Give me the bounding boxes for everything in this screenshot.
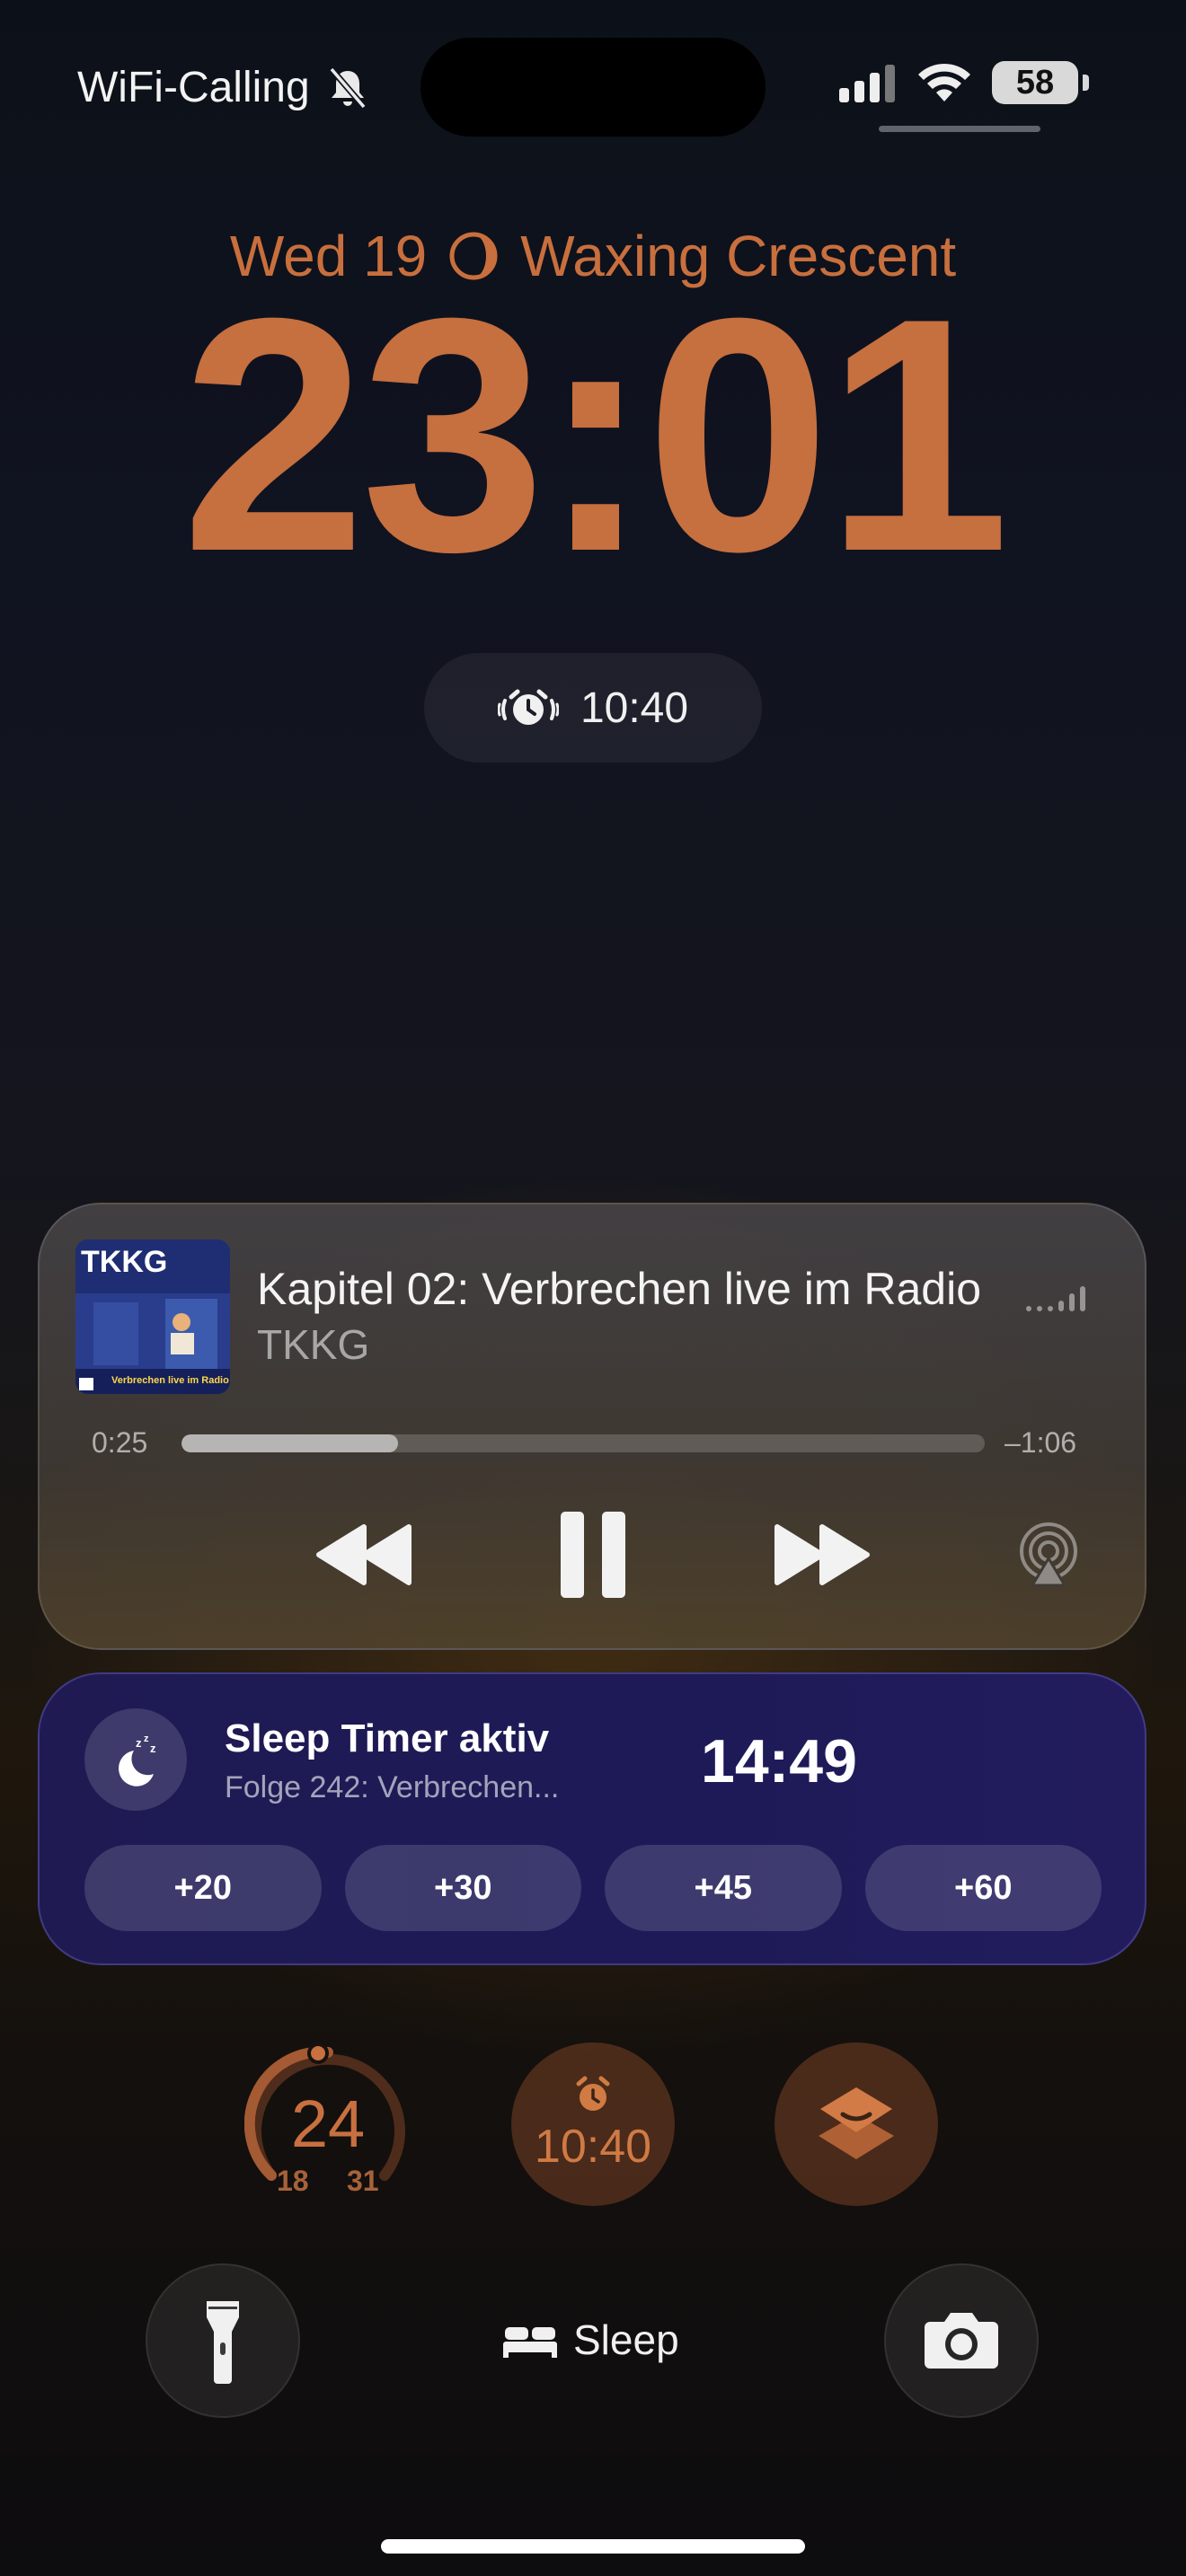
sleep-timer-subtitle: Folge 242: Verbrechen... — [225, 1770, 560, 1804]
dynamic-island — [420, 38, 766, 137]
alarm-time: 10:40 — [580, 684, 689, 732]
album-artwork[interactable]: TKKG Verbrechen live im Radio — [75, 1239, 230, 1394]
svg-text:z: z — [150, 1742, 156, 1755]
shortcuts-icon — [819, 2087, 894, 2159]
rewind-icon — [316, 1524, 412, 1585]
alarm-ringing-icon — [497, 689, 559, 725]
bed-icon — [503, 2327, 557, 2358]
carrier-label: WiFi-Calling — [77, 64, 310, 111]
airplay-button[interactable] — [1005, 1502, 1093, 1608]
playback-scrubber[interactable] — [181, 1434, 985, 1452]
weather-high: 31 — [347, 2165, 379, 2197]
sleep-focus-indicator[interactable]: Sleep — [503, 2316, 679, 2364]
fast-forward-icon — [774, 1524, 870, 1585]
sleep-timer-countdown: 14:49 — [701, 1727, 857, 1795]
add-30-button[interactable]: +30 — [344, 1845, 581, 1931]
pause-button[interactable] — [539, 1502, 647, 1608]
add-20-button[interactable]: +20 — [84, 1845, 322, 1931]
wifi-icon — [918, 63, 970, 101]
remaining-time: –1:06 — [1005, 1426, 1077, 1459]
artwork-brand: TKKG — [81, 1245, 167, 1279]
svg-text:z: z — [136, 1736, 142, 1750]
rewind-button[interactable] — [305, 1502, 422, 1608]
sleep-timer-title: Sleep Timer aktiv — [225, 1716, 550, 1760]
sleep-timer-buttons: +20 +30 +45 +60 — [84, 1845, 1102, 1931]
audio-level-icon — [1026, 1284, 1085, 1311]
add-60-button[interactable]: +60 — [864, 1845, 1102, 1931]
flashlight-icon — [207, 2301, 239, 2384]
flashlight-button[interactable] — [146, 2263, 300, 2418]
focus-label: Sleep — [573, 2316, 679, 2363]
alarm-complication[interactable]: 10:40 — [511, 2042, 675, 2206]
status-bar-left: WiFi-Calling — [77, 63, 369, 112]
add-45-button[interactable]: +45 — [605, 1845, 842, 1931]
status-underline — [879, 126, 1040, 132]
alarm-clock-icon — [576, 2076, 610, 2111]
alarm-complication-time: 10:40 — [534, 2121, 652, 2173]
svg-text:z: z — [144, 1734, 149, 1744]
bell-muted-icon — [329, 66, 367, 109]
scrubber-progress — [181, 1434, 399, 1452]
battery-indicator: 58 — [992, 61, 1089, 104]
fast-forward-button[interactable] — [764, 1502, 881, 1608]
pause-icon — [561, 1512, 625, 1598]
camera-button[interactable] — [884, 2263, 1039, 2418]
shortcuts-widget[interactable] — [774, 2042, 938, 2206]
cellular-signal-icon — [839, 65, 895, 102]
track-artist: TKKG — [257, 1321, 370, 1368]
alarm-widget[interactable]: 10:40 — [424, 653, 762, 763]
camera-icon — [925, 2313, 998, 2369]
weather-low: 18 — [277, 2165, 309, 2197]
moon-zzz-icon: z z z — [118, 1734, 156, 1786]
artwork-caption: Verbrechen live im Radio — [111, 1375, 229, 1386]
lock-clock: 23:01 — [181, 250, 1010, 621]
home-indicator[interactable] — [381, 2539, 805, 2554]
airplay-audio-icon — [1020, 1522, 1077, 1587]
track-title: Kapitel 02: Verbrechen live im Radio — [257, 1264, 982, 1314]
status-bar-right: 58 — [839, 61, 1089, 104]
weather-temperature: 24 — [290, 2086, 366, 2161]
sleep-moon-badge: z z z — [84, 1708, 187, 1811]
elapsed-time: 0:25 — [92, 1426, 148, 1459]
